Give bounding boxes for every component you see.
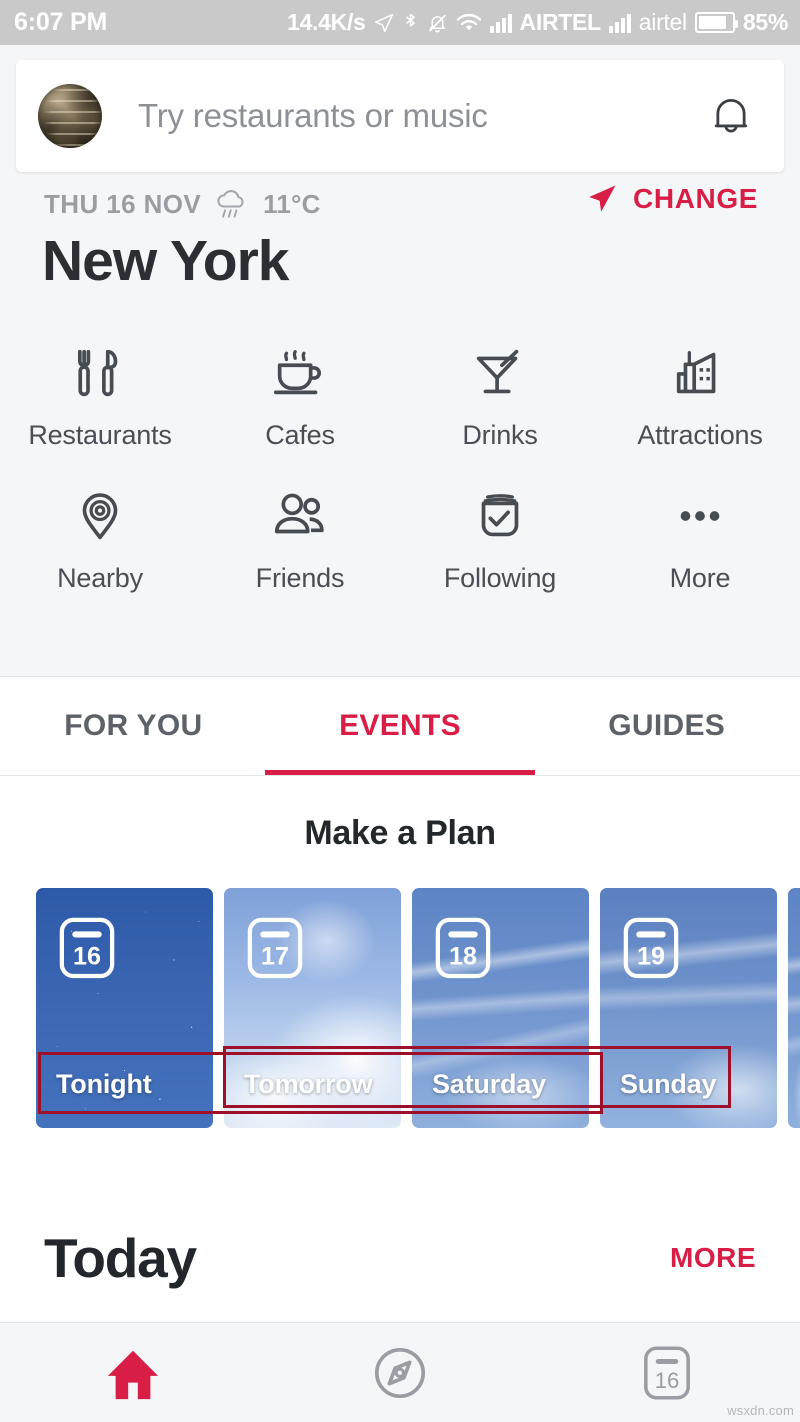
wifi-icon xyxy=(456,12,482,33)
tab-events[interactable]: EVENTS xyxy=(267,677,534,775)
category-nearby[interactable]: Nearby xyxy=(0,483,200,594)
plan-card-tonight[interactable]: 16 Tonight xyxy=(36,888,213,1128)
plan-card-label: Tonight xyxy=(56,1069,152,1099)
carrier-2-label: airtel xyxy=(638,9,687,35)
tab-label: GUIDES xyxy=(608,709,726,742)
people-icon xyxy=(269,483,331,549)
plan-card-label: Sunday xyxy=(620,1069,717,1099)
plan-card-next-partial[interactable] xyxy=(788,888,800,1128)
user-avatar[interactable] xyxy=(38,84,102,148)
today-section-header: Today MORE xyxy=(0,1205,800,1310)
calendar-day-icon: 16 xyxy=(58,914,116,985)
category-attractions[interactable]: Attractions xyxy=(600,340,800,451)
change-location-label: CHANGE xyxy=(633,183,758,214)
calendar-day-icon: 18 xyxy=(434,914,492,985)
category-label: Drinks xyxy=(462,420,538,450)
category-more[interactable]: More xyxy=(600,483,800,594)
plan-card-tomorrow[interactable]: 17 Tomorrow xyxy=(224,888,401,1128)
location-pin-target-icon xyxy=(69,483,131,549)
network-speed-label: 14.4K/s xyxy=(287,9,366,35)
app-root: 6:07 PM 14.4K/s AIRTEL airtel 85% Try re… xyxy=(0,0,800,1422)
location-arrow-icon xyxy=(374,13,394,33)
bluetooth-icon xyxy=(402,12,419,34)
city-name: New York xyxy=(42,229,289,293)
category-drinks[interactable]: Drinks xyxy=(400,340,600,451)
tab-label: EVENTS xyxy=(339,709,461,742)
notifications-bell-icon[interactable] xyxy=(708,91,754,141)
battery-icon xyxy=(694,12,738,33)
status-bar-clock: 6:07 PM xyxy=(14,8,108,36)
category-label: Cafes xyxy=(265,420,335,450)
category-label: Following xyxy=(443,563,557,593)
calendar-16-icon: 16 xyxy=(640,1343,694,1403)
today-more-button[interactable]: MORE xyxy=(670,1242,756,1274)
explore-compass-icon xyxy=(371,1344,429,1402)
carrier-1-label: AIRTEL xyxy=(519,9,602,35)
ellipsis-icon xyxy=(669,483,731,549)
calendar-day-icon: 17 xyxy=(246,914,304,985)
plan-card-sunday[interactable]: 19 Sunday xyxy=(600,888,777,1128)
status-bar: 6:07 PM 14.4K/s AIRTEL airtel 85% xyxy=(0,0,800,45)
fork-knife-icon xyxy=(69,340,131,406)
weather-row: THU 16 NOV 11°C xyxy=(44,186,321,222)
category-label: Attractions xyxy=(637,420,763,450)
bookmark-check-icon xyxy=(469,483,531,549)
coffee-cup-icon xyxy=(269,340,331,406)
calendar-day-icon: 19 xyxy=(622,914,680,985)
signal-bars-icon-2 xyxy=(608,13,631,33)
signal-bars-icon-1 xyxy=(489,13,512,33)
content-tabs: FOR YOU EVENTS GUIDES xyxy=(0,676,800,776)
plan-card-label: Tomorrow xyxy=(244,1069,373,1099)
navigation-arrow-icon xyxy=(585,182,619,216)
rain-cloud-icon xyxy=(213,186,251,222)
home-icon xyxy=(104,1345,162,1401)
category-restaurants[interactable]: Restaurants xyxy=(0,340,200,451)
bottom-navigation: 16 xyxy=(0,1322,800,1422)
change-location-button[interactable]: CHANGE xyxy=(585,182,758,216)
svg-text:19: 19 xyxy=(637,942,665,970)
tab-guides[interactable]: GUIDES xyxy=(533,677,800,775)
category-cafes[interactable]: Cafes xyxy=(200,340,400,451)
category-friends[interactable]: Friends xyxy=(200,483,400,594)
category-label: Restaurants xyxy=(28,420,172,450)
category-grid: Restaurants Cafes Drinks Attractions Nea… xyxy=(0,340,800,594)
search-input[interactable]: Try restaurants or music xyxy=(138,97,708,135)
make-a-plan-title: Make a Plan xyxy=(304,814,496,852)
plan-card-label: Saturday xyxy=(432,1069,546,1099)
svg-text:17: 17 xyxy=(261,942,289,970)
category-label: More xyxy=(669,563,731,593)
watermark: wsxdn.com xyxy=(727,1403,794,1418)
current-date-label: THU 16 NOV xyxy=(44,188,202,219)
search-bar[interactable]: Try restaurants or music xyxy=(16,60,784,172)
today-title: Today xyxy=(44,1226,197,1289)
nav-explore[interactable] xyxy=(267,1323,534,1422)
tab-for-you[interactable]: FOR YOU xyxy=(0,677,267,775)
plan-card-saturday[interactable]: 18 Saturday xyxy=(412,888,589,1128)
buildings-icon xyxy=(669,340,731,406)
svg-text:16: 16 xyxy=(73,942,101,970)
svg-text:16: 16 xyxy=(654,1368,679,1393)
category-label: Nearby xyxy=(57,563,143,593)
battery-percent-label: 85% xyxy=(742,9,788,35)
svg-text:18: 18 xyxy=(449,942,477,970)
category-following[interactable]: Following xyxy=(400,483,600,594)
category-label: Friends xyxy=(255,563,345,593)
nav-home[interactable] xyxy=(0,1323,267,1422)
tab-label: FOR YOU xyxy=(64,709,203,742)
cocktail-glass-icon xyxy=(469,340,531,406)
plan-card-row[interactable]: 16 Tonight 17 Tomorrow 18 Saturday 19 Su… xyxy=(36,888,800,1128)
mute-bell-icon xyxy=(427,12,448,34)
temperature-label: 11°C xyxy=(263,188,321,219)
